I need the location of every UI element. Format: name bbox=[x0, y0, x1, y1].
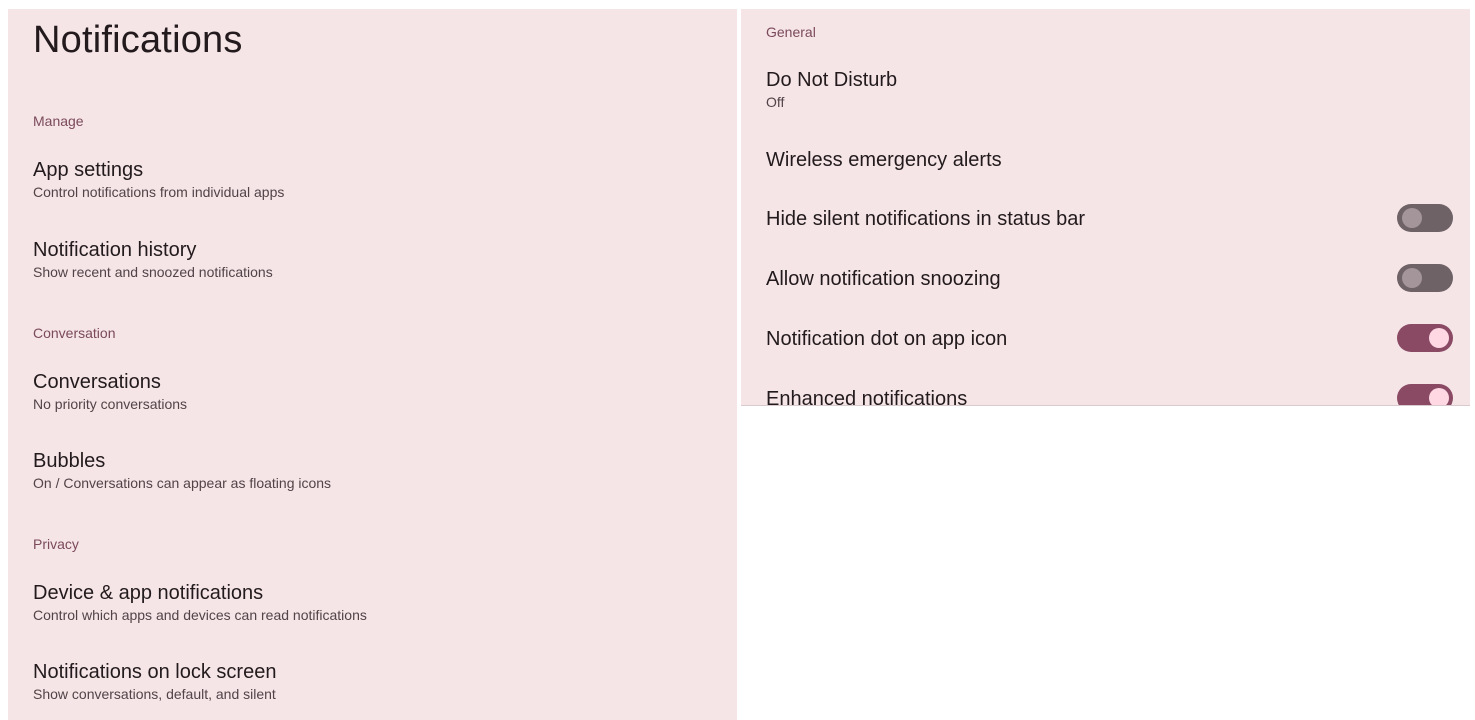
hide-silent-notifications-switch[interactable] bbox=[1397, 204, 1453, 232]
page-title: Notifications bbox=[33, 19, 243, 61]
bubbles-title: Bubbles bbox=[33, 450, 106, 472]
app-settings-title: App settings bbox=[33, 159, 144, 181]
switch-thumb bbox=[1402, 268, 1422, 288]
section-header-privacy: Privacy bbox=[33, 536, 79, 552]
app-settings-item[interactable]: App settings Control notifications from … bbox=[8, 158, 737, 201]
lock-screen-notifications-title: Notifications on lock screen bbox=[33, 661, 277, 683]
notification-dot-title: Notification dot on app icon bbox=[766, 328, 1008, 350]
device-app-notifications-summary: Control which apps and devices can read … bbox=[33, 607, 367, 623]
switch-thumb bbox=[1429, 388, 1449, 405]
device-app-notifications-title: Device & app notifications bbox=[33, 582, 264, 604]
conversations-summary: No priority conversations bbox=[33, 396, 188, 412]
notification-history-title: Notification history bbox=[33, 239, 197, 261]
notification-dot-switch[interactable] bbox=[1397, 324, 1453, 352]
enhanced-notifications-switch[interactable] bbox=[1397, 384, 1453, 405]
enhanced-notifications-item[interactable]: Enhanced notifications bbox=[741, 384, 1470, 406]
notification-snoozing-switch[interactable] bbox=[1397, 264, 1453, 292]
page: Notifications Manage App settings Contro… bbox=[0, 0, 1475, 720]
device-app-notifications-item[interactable]: Device & app notifications Control which… bbox=[8, 581, 737, 624]
switch-thumb bbox=[1402, 208, 1422, 228]
conversations-title: Conversations bbox=[33, 371, 161, 393]
switch-thumb bbox=[1429, 328, 1449, 348]
app-settings-summary: Control notifications from individual ap… bbox=[33, 184, 285, 200]
bubbles-summary: On / Conversations can appear as floatin… bbox=[33, 475, 332, 491]
bubbles-item[interactable]: Bubbles On / Conversations can appear as… bbox=[8, 449, 737, 492]
do-not-disturb-title: Do Not Disturb bbox=[766, 69, 898, 91]
section-header-general: General bbox=[766, 24, 816, 40]
section-header-conversation: Conversation bbox=[33, 325, 116, 341]
general-settings-panel: General Do Not Disturb Off Wireless emer… bbox=[741, 9, 1470, 406]
do-not-disturb-item[interactable]: Do Not Disturb Off bbox=[741, 68, 1470, 111]
notifications-list-panel: Notifications Manage App settings Contro… bbox=[8, 9, 737, 720]
lock-screen-notifications-summary: Show conversations, default, and silent bbox=[33, 686, 276, 702]
enhanced-notifications-title: Enhanced notifications bbox=[766, 388, 968, 406]
conversations-item[interactable]: Conversations No priority conversations bbox=[8, 370, 737, 413]
section-header-manage: Manage bbox=[33, 113, 84, 129]
wireless-emergency-alerts-item[interactable]: Wireless emergency alerts bbox=[741, 148, 1470, 172]
do-not-disturb-summary: Off bbox=[766, 94, 785, 110]
notification-snoozing-item[interactable]: Allow notification snoozing bbox=[741, 264, 1470, 292]
hide-silent-notifications-item[interactable]: Hide silent notifications in status bar bbox=[741, 204, 1470, 232]
hide-silent-notifications-title: Hide silent notifications in status bar bbox=[766, 208, 1086, 230]
notification-snoozing-title: Allow notification snoozing bbox=[766, 268, 1001, 290]
wireless-emergency-alerts-title: Wireless emergency alerts bbox=[766, 149, 1002, 171]
notification-history-item[interactable]: Notification history Show recent and sno… bbox=[8, 238, 737, 281]
lock-screen-notifications-item[interactable]: Notifications on lock screen Show conver… bbox=[8, 660, 737, 703]
notification-dot-item[interactable]: Notification dot on app icon bbox=[741, 324, 1470, 352]
notification-history-summary: Show recent and snoozed notifications bbox=[33, 264, 273, 280]
